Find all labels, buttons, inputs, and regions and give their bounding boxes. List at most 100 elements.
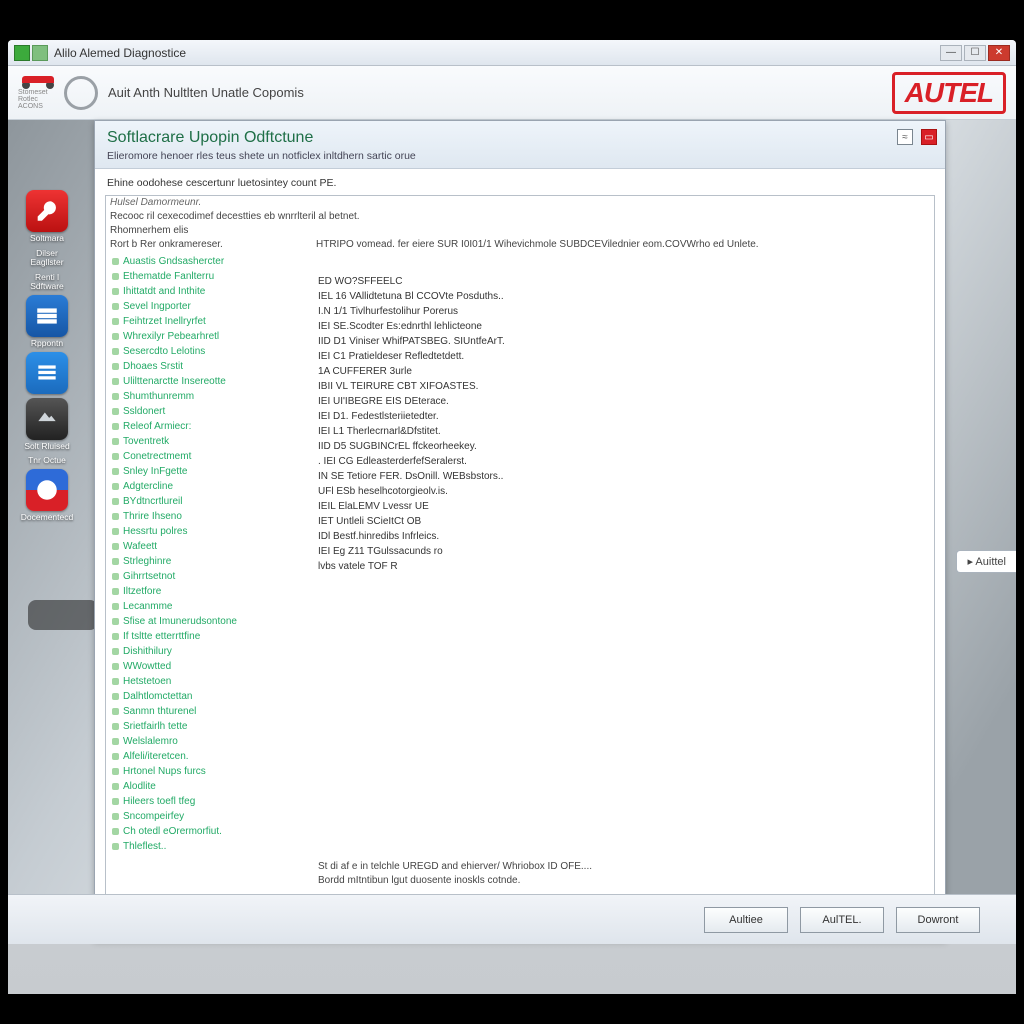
reputation-icon: [26, 295, 68, 337]
tree-item-label: If tsltte etterrttfine: [123, 629, 200, 644]
tree-item[interactable]: Sfise at Imunerudsontone: [106, 614, 934, 629]
sidebar-item-tor-active[interactable]: Tnr Octue: [20, 454, 74, 465]
sidebar-item-soft-related[interactable]: Solt Rluised: [20, 398, 74, 451]
tree-item[interactable]: Thleflest..: [106, 839, 934, 854]
tree-item[interactable]: Hetstetoen: [106, 674, 934, 689]
sidebar: Soltmara Dilser Eagllster Renti l Sdftware…: [12, 190, 82, 522]
app-header: Stomeset Rotlec ACONS Auit Anth Nultlten…: [8, 66, 1016, 120]
sidebar-item-software[interactable]: Soltmara: [20, 190, 74, 243]
tree-item-label: Sevel Ingporter: [123, 299, 191, 314]
maximize-button[interactable]: ☐: [964, 45, 986, 61]
brand-tab[interactable]: ▸ Auittel: [956, 550, 1016, 573]
detail-line: IEI C1 Pratieldeser Refledtetdett.: [318, 349, 928, 364]
tree-item-label: Hileers toefl tfeg: [123, 794, 195, 809]
bullet-icon: [112, 528, 119, 535]
soft-related-icon: [26, 398, 68, 440]
app-body: Soltmara Dilser Eagllster Renti l Sdftware…: [8, 120, 1016, 944]
tree-item[interactable]: Dishithilury: [106, 644, 934, 659]
sidebar-item-list[interactable]: [20, 352, 74, 394]
tree-item[interactable]: Ch otedl eOrermorfiut.: [106, 824, 934, 839]
tree-item[interactable]: Sanmn thturenel: [106, 704, 934, 719]
tree-item-label: Snley InFgette: [123, 464, 187, 479]
detail-line: IEI Eg Z11 TGulssacunds ro: [318, 544, 928, 559]
bullet-icon: [112, 348, 119, 355]
tree-item[interactable]: Srietfairlh tette: [106, 719, 934, 734]
button-autel-1[interactable]: Aultiee: [704, 907, 788, 933]
bullet-icon: [112, 468, 119, 475]
tree-item-label: Sesercdto Lelotins: [123, 344, 205, 359]
sidebar-item-label: Rppontn: [31, 339, 63, 348]
detail-line: UFl ESb heselhcotorgieolv.is.: [318, 484, 928, 499]
tree-item-label: Auastis Gndsashercter: [123, 254, 224, 269]
close-button[interactable]: ✕: [988, 45, 1010, 61]
app-window: Alilo Alemed Diagnostice — ☐ ✕ Stomeset …: [8, 40, 1016, 994]
tree-item[interactable]: Sncompeirfey: [106, 809, 934, 824]
bullet-icon: [112, 648, 119, 655]
minimize-button[interactable]: —: [940, 45, 962, 61]
tree-item[interactable]: Lecanmme: [106, 599, 934, 614]
button-bar: Aultiee AulTEL. Dowront: [8, 894, 1016, 944]
tree-item-label: Sncompeirfey: [123, 809, 184, 824]
tree-item-label: Hrtonel Nups furcs: [123, 764, 206, 779]
tree-item[interactable]: Alfeli/iteretcen.: [106, 749, 934, 764]
tree-item[interactable]: Alodlite: [106, 779, 934, 794]
tree-item-label: Alodlite: [123, 779, 156, 794]
tree-item-label: Feihtrzet Inellryrfet: [123, 314, 206, 329]
tree-item-label: Ssldonert: [123, 404, 165, 419]
bullet-icon: [112, 573, 119, 580]
panel-close-icon[interactable]: ▭: [921, 129, 937, 145]
panel-meta: Ehine oodohese cescertunr luetosintey co…: [95, 169, 945, 193]
button-download[interactable]: Dowront: [896, 907, 980, 933]
detail-line: . IEI CG EdleasterderfefSeralerst.: [318, 454, 928, 469]
tree-item[interactable]: Iltzetfore: [106, 584, 934, 599]
sidebar-item-label: Docementecd: [21, 513, 73, 522]
bullet-icon: [112, 318, 119, 325]
tree-item[interactable]: Hileers toefl tfeg: [106, 794, 934, 809]
bullet-icon: [112, 843, 119, 850]
tree-item[interactable]: Auastis Gndsashercter: [106, 254, 934, 269]
tree-item[interactable]: Hrtonel Nups furcs: [106, 764, 934, 779]
tree-item-label: WWowtted: [123, 659, 171, 674]
tree-item[interactable]: Dalhtlomctettan: [106, 689, 934, 704]
bullet-icon: [112, 798, 119, 805]
titlebar: Alilo Alemed Diagnostice — ☐ ✕: [8, 40, 1016, 66]
bullet-icon: [112, 453, 119, 460]
window-controls: — ☐ ✕: [940, 45, 1010, 61]
bullet-icon: [112, 693, 119, 700]
bullet-icon: [112, 288, 119, 295]
tree-item-label: Shumthunremm: [123, 389, 194, 404]
button-autel-2[interactable]: AulTEL.: [800, 907, 884, 933]
tree-item-label: Releof Armiecr:: [123, 419, 191, 434]
tree-item-label: Sanmn thturenel: [123, 704, 196, 719]
tree-item[interactable]: WWowtted: [106, 659, 934, 674]
tree-item-label: Dishithilury: [123, 644, 172, 659]
after-detail-2: Bordd mItntibun lgut duosente inoskls co…: [106, 874, 934, 892]
panel-action-icon[interactable]: ≈: [897, 129, 913, 145]
bullet-icon: [112, 408, 119, 415]
detail-line: IET Untleli SCieItCt OB: [318, 514, 928, 529]
sidebar-item-bent-software[interactable]: Renti l Sdftware: [20, 271, 74, 291]
after-detail-1: St di af e in telchle UREGD and ehierver…: [106, 860, 934, 874]
list-header: Hulsel Damormeunr.: [106, 196, 934, 210]
sidebar-item-label: Soltmara: [30, 234, 64, 243]
bullet-icon: [112, 423, 119, 430]
sidebar-item-driver-register[interactable]: Dilser Eagllster: [20, 247, 74, 267]
tree-item[interactable]: Welslalemro: [106, 734, 934, 749]
tree-item[interactable]: If tsltte etterrttfine: [106, 629, 934, 644]
detail-line: IID D1 Viniser WhifPATSBEG. SIUntfeArT.: [318, 334, 928, 349]
tree-item-label: Strleghinre: [123, 554, 171, 569]
detail-line: IEI UI'IBEGRE EIS DEterace.: [318, 394, 928, 409]
list-intro: Recooc ril cexecodimef decestties eb wnr…: [106, 210, 934, 224]
sidebar-item-reputation[interactable]: Rppontn: [20, 295, 74, 348]
bullet-icon: [112, 498, 119, 505]
sidebar-item-label: Tnr Octue: [28, 456, 66, 465]
app-icon: [14, 45, 30, 61]
bullet-icon: [112, 723, 119, 730]
update-list-scroll[interactable]: Hulsel Damormeunr. Recooc ril cexecodime…: [106, 196, 934, 932]
tree-item-label: Ch otedl eOrermorfiut.: [123, 824, 222, 839]
bullet-icon: [112, 828, 119, 835]
software-icon: [26, 190, 68, 232]
sidebar-item-documented[interactable]: Docementecd: [20, 469, 74, 522]
tree-item-label: Alfeli/iteretcen.: [123, 749, 189, 764]
sidebar-item-label: Dilser Eagllster: [20, 249, 74, 267]
